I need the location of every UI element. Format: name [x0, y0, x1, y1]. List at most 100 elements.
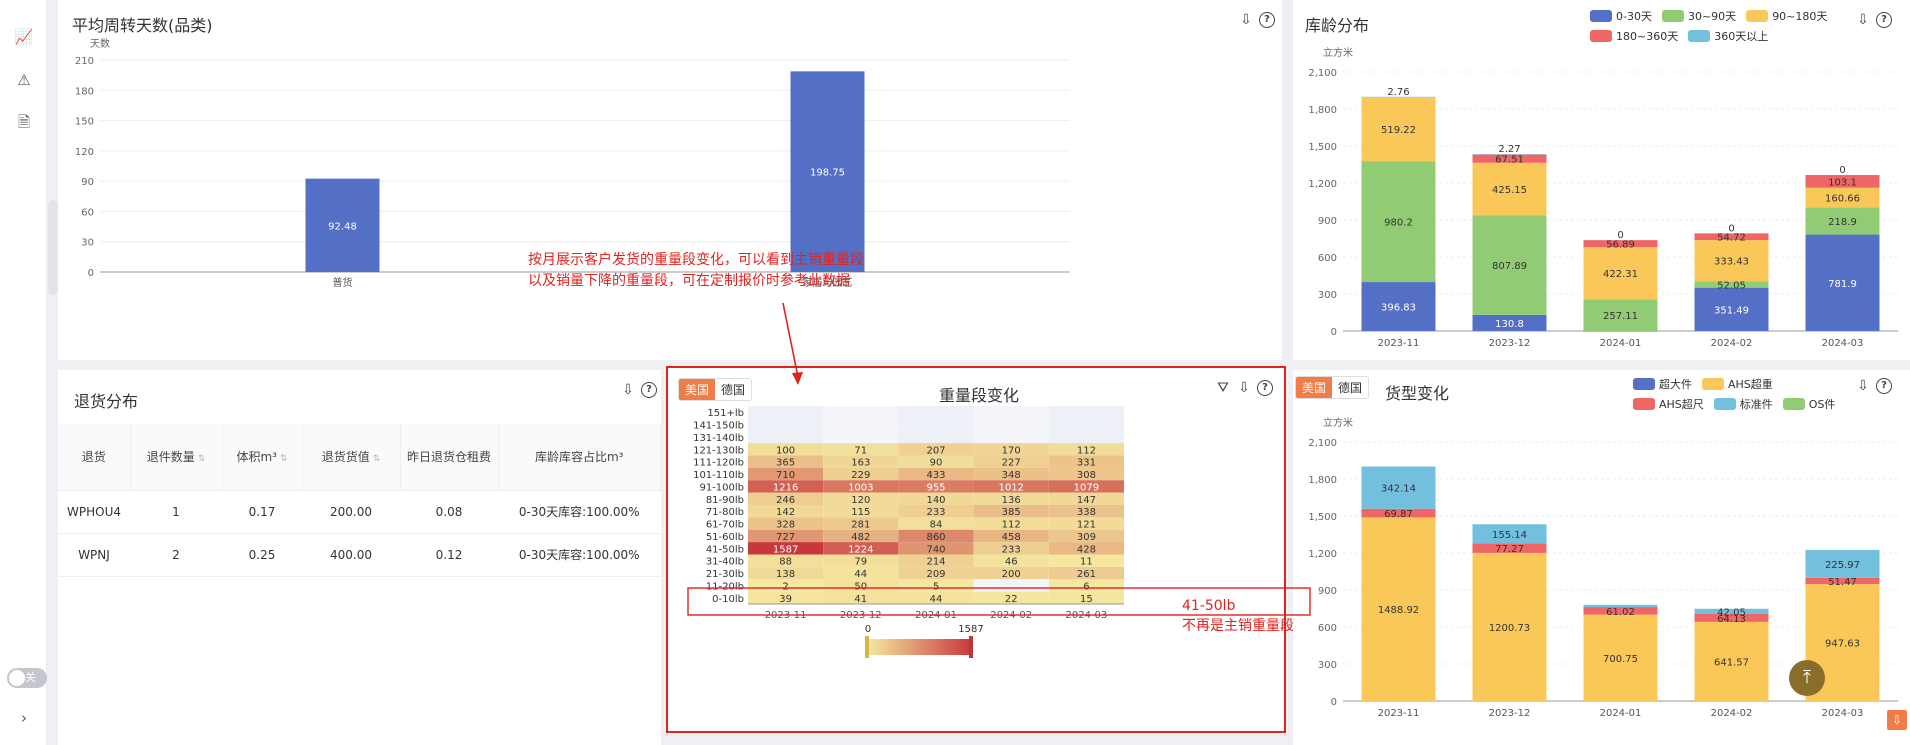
cell: 400.00 — [302, 533, 400, 577]
cell-label: 710 — [776, 470, 795, 481]
cell-label: 309 — [1077, 532, 1096, 543]
data-label: 1200.73 — [1489, 623, 1530, 634]
table-row[interactable]: WPHOU4 1 0.17 200.00 0.08 0-30天库容:100.00… — [58, 490, 661, 534]
cell-label: 136 — [1002, 495, 1021, 506]
report-icon[interactable]: 🗎 — [14, 112, 34, 132]
data-label: 1488.92 — [1378, 605, 1419, 616]
heat-cell — [973, 430, 1049, 444]
expand-icon[interactable]: › — [14, 708, 34, 728]
cell-label: 79 — [854, 557, 867, 568]
x-tick-label: 普货 — [333, 276, 353, 289]
total-label: 0 — [1839, 165, 1845, 176]
heat-cell — [973, 406, 1049, 419]
sort-icon[interactable]: ⇅ — [373, 454, 381, 464]
back-to-top-button[interactable]: ⤒ — [1789, 660, 1825, 696]
heat-cell — [1048, 430, 1124, 444]
y-tick-label: 0-10lb — [712, 594, 744, 605]
heat-cell — [748, 418, 824, 431]
collapse-handle[interactable] — [48, 200, 58, 295]
data-label: 225.97 — [1825, 560, 1860, 571]
y-tick-label: 151+lb — [707, 408, 744, 419]
cell-label: 44 — [854, 569, 867, 580]
cell-label: 46 — [1005, 557, 1018, 568]
cell-label: 227 — [1002, 458, 1021, 469]
toggle-switch[interactable]: 关 — [7, 668, 47, 688]
data-label: 781.9 — [1828, 279, 1857, 290]
y-tick-label: 120 — [75, 147, 94, 158]
heat-cell — [823, 406, 899, 419]
cell-label: 365 — [776, 458, 795, 469]
help-icon[interactable]: ? — [641, 382, 657, 398]
download-corner-icon[interactable]: ⇩ — [1887, 710, 1907, 730]
cell-label: 428 — [1077, 544, 1096, 555]
data-label: 333.43 — [1714, 257, 1749, 268]
download-icon[interactable]: ⇩ — [620, 382, 636, 398]
heat-cell — [823, 418, 899, 431]
y-tick-label: 600 — [1318, 253, 1337, 264]
total-label: 0 — [1728, 223, 1734, 234]
heat-cell — [973, 418, 1049, 431]
data-label: 92.48 — [328, 221, 357, 232]
x-tick-label: 2023-11 — [1378, 338, 1420, 349]
cell-label: 1587 — [773, 544, 798, 555]
cell: 1 — [130, 490, 222, 534]
col-header: 退货 — [58, 424, 131, 491]
scale-min-label: 0 — [865, 624, 871, 635]
annotation-main: 按月展示客户发货的重量段变化，可以看到主销重量段 以及销量下降的重量段，可在定制… — [528, 252, 864, 289]
data-label: 61.02 — [1606, 607, 1635, 618]
data-label: 54.72 — [1717, 233, 1746, 244]
sort-icon[interactable]: ⇅ — [280, 454, 288, 464]
cell: WPHOU4 — [58, 490, 130, 534]
table-row[interactable]: WPNJ 2 0.25 400.00 0.12 0-30天库容:100.00% — [58, 533, 661, 577]
col-header[interactable]: 体积m³ ⇅ — [222, 424, 303, 491]
line-chart-icon[interactable]: 📈 — [14, 27, 34, 47]
cell-label: 121 — [1077, 520, 1096, 531]
cell-label: 246 — [776, 495, 795, 506]
cell-label: 207 — [926, 445, 945, 456]
cell: 0-30天库容:100.00% — [498, 490, 661, 534]
sort-icon[interactable]: ⇅ — [198, 454, 206, 464]
cell-label: 385 — [1002, 507, 1021, 518]
y-tick-label: 141-150lb — [693, 421, 744, 432]
y-tick-label: 111-120lb — [693, 458, 744, 469]
cell-label: 482 — [851, 532, 870, 543]
data-label: 807.89 — [1492, 261, 1527, 272]
cell-label: 328 — [776, 520, 795, 531]
y-tick-label: 300 — [1318, 290, 1337, 301]
y-tick-label: 1,800 — [1308, 105, 1337, 116]
x-tick-label: 2024-03 — [1822, 708, 1864, 719]
data-label: 342.14 — [1381, 484, 1416, 495]
cell-label: 261 — [1077, 569, 1096, 580]
cell-label: 860 — [926, 532, 945, 543]
cell-label: 142 — [776, 507, 795, 518]
col-header: 昨日退货仓租费 — [400, 424, 499, 491]
y-tick-label: 300 — [1318, 660, 1337, 671]
alert-icon[interactable]: ⚠ — [14, 70, 34, 90]
data-label: 396.83 — [1381, 303, 1416, 314]
y-tick-label: 0 — [88, 268, 94, 279]
cell-label: 433 — [926, 470, 945, 481]
cell-label: 163 — [851, 458, 870, 469]
total-label: 2.76 — [1387, 87, 1409, 98]
total-label: 0 — [1617, 230, 1623, 241]
col-header[interactable]: 退件数量 ⇅ — [130, 424, 223, 491]
cell-label: 22 — [1005, 594, 1018, 605]
y-tick-label: 41-50lb — [706, 544, 744, 555]
y-tick-label: 30 — [81, 238, 94, 249]
cell-label: 88 — [779, 557, 792, 568]
y-tick-label: 31-40lb — [706, 557, 744, 568]
cell-label: 2 — [782, 581, 788, 592]
col-header[interactable]: 退货货值 ⇅ — [302, 424, 401, 491]
cell-label: 1216 — [773, 482, 798, 493]
cell-label: 15 — [1080, 594, 1093, 605]
returns-table: 退货 退件数量 ⇅ 体积m³ ⇅ 退货货值 ⇅ 昨日退货仓租费 库龄库容占比m³ WP… — [58, 424, 661, 577]
heat-cell — [898, 418, 974, 431]
cell-label: 727 — [776, 532, 795, 543]
y-tick-label: 150 — [75, 117, 94, 128]
heat-cell — [1048, 418, 1124, 431]
heat-cell — [898, 430, 974, 444]
cell-label: 955 — [926, 482, 945, 493]
cell-label: 331 — [1077, 458, 1096, 469]
data-label: 700.75 — [1603, 654, 1638, 665]
cell-label: 6 — [1083, 581, 1089, 592]
